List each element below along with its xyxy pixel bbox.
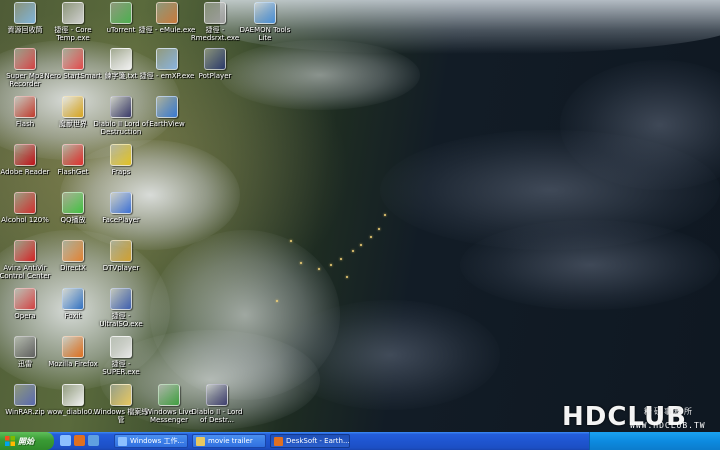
windows-logo-icon bbox=[5, 436, 15, 446]
ultraiso-icon bbox=[110, 288, 132, 310]
shortcut-icon bbox=[156, 48, 178, 70]
utorrent-icon bbox=[110, 2, 132, 24]
taskbar-item-windows-task[interactable]: Windows 工作... bbox=[114, 434, 188, 448]
nero-icon bbox=[62, 48, 84, 70]
text-file-icon bbox=[110, 48, 132, 70]
adobe-reader-icon bbox=[14, 144, 36, 166]
mp3-recorder-icon bbox=[14, 48, 36, 70]
firefox-icon[interactable] bbox=[74, 435, 85, 446]
desktop-icon-label: DAEMON Tools Lite bbox=[239, 26, 291, 42]
media-player-icon[interactable] bbox=[88, 435, 99, 446]
city-light bbox=[346, 276, 348, 278]
emule-icon bbox=[156, 2, 178, 24]
city-light bbox=[300, 262, 302, 264]
city-light bbox=[318, 268, 320, 270]
daemon-tools-icon bbox=[254, 2, 276, 24]
potplayer-icon bbox=[204, 48, 226, 70]
desktop-icon-potplayer[interactable]: PotPlayer bbox=[186, 48, 244, 80]
foxit-icon bbox=[62, 288, 84, 310]
cloud bbox=[220, 40, 420, 110]
desktop-icon-label: PotPlayer bbox=[198, 72, 232, 80]
wow-icon bbox=[62, 96, 84, 118]
alcohol-icon bbox=[14, 192, 36, 214]
desktop-icon-fraps[interactable]: Fraps bbox=[92, 144, 150, 176]
desktop-icon-label: EarthView bbox=[149, 120, 185, 128]
taskbar-item-label: Windows 工作... bbox=[130, 437, 185, 445]
city-light bbox=[384, 214, 386, 216]
recycle-bin-icon bbox=[14, 2, 36, 24]
system-tray bbox=[589, 432, 720, 450]
desktop-icon-daemon-tools[interactable]: DAEMON Tools Lite bbox=[236, 2, 294, 42]
night-cloud bbox=[460, 220, 720, 310]
desktop-icon-label: Fraps bbox=[111, 168, 131, 176]
diablo-icon bbox=[110, 96, 132, 118]
firefox-icon bbox=[62, 336, 84, 358]
desktop-icon-ultraiso[interactable]: 捷徑 - UltraISO.exe bbox=[92, 288, 150, 328]
diablo-icon bbox=[206, 384, 228, 406]
desktop-icon-dtvplayer[interactable]: DTVplayer bbox=[92, 240, 150, 272]
qq-icon bbox=[62, 192, 84, 214]
city-light bbox=[276, 300, 278, 302]
city-light bbox=[290, 240, 292, 242]
desktop-icon-label: 捷徑 - SUPER.exe bbox=[102, 360, 140, 376]
start-label: 開始 bbox=[18, 436, 34, 446]
messenger-icon bbox=[158, 384, 180, 406]
taskbar: 開始 Windows 工作... movie trailer DeskSoft … bbox=[0, 432, 720, 450]
city-light bbox=[360, 244, 362, 246]
show-desktop-icon[interactable] bbox=[60, 435, 71, 446]
dtvplayer-icon bbox=[110, 240, 132, 262]
shortcut-icon bbox=[62, 2, 84, 24]
opera-icon bbox=[14, 288, 36, 310]
city-light bbox=[352, 250, 354, 252]
window-icon bbox=[118, 436, 127, 446]
winrar-icon bbox=[14, 384, 36, 406]
earth-icon bbox=[156, 96, 178, 118]
thunder-icon bbox=[14, 336, 36, 358]
taskbar-item-desksoft-earth[interactable]: DeskSoft - Earth... bbox=[270, 434, 350, 448]
start-button[interactable]: 開始 bbox=[0, 432, 54, 450]
earth-icon bbox=[274, 436, 283, 446]
desktop-icon-label: FacePlayer bbox=[102, 216, 140, 224]
fraps-icon bbox=[110, 144, 132, 166]
explorer-icon bbox=[110, 384, 132, 406]
flash-icon bbox=[14, 96, 36, 118]
desktop-icon-diablo-ii[interactable]: Diablo II - Lord of Destr... bbox=[188, 384, 246, 424]
city-light bbox=[370, 236, 372, 238]
city-light bbox=[378, 228, 380, 230]
flashget-icon bbox=[62, 144, 84, 166]
desktop-icon-label: 捷徑 - UltraISO.exe bbox=[99, 312, 143, 328]
shortcut-icon bbox=[204, 2, 226, 24]
super-icon bbox=[110, 336, 132, 358]
desktop-icon-earthview[interactable]: EarthView bbox=[138, 96, 196, 128]
night-cloud bbox=[280, 300, 500, 410]
taskbar-item-label: movie trailer bbox=[208, 437, 253, 445]
folder-icon bbox=[196, 436, 205, 446]
desktop-icon-super[interactable]: 捷徑 - SUPER.exe bbox=[92, 336, 150, 376]
taskbar-item-label: DeskSoft - Earth... bbox=[286, 437, 350, 445]
directx-icon bbox=[62, 240, 84, 262]
city-light bbox=[330, 264, 332, 266]
document-icon bbox=[62, 384, 84, 406]
desktop-icon-faceplayer[interactable]: FacePlayer bbox=[92, 192, 150, 224]
avira-icon bbox=[14, 240, 36, 262]
city-light bbox=[340, 258, 342, 260]
desktop-icon-label: DTVplayer bbox=[102, 264, 140, 272]
taskbar-item-movie-trailer[interactable]: movie trailer bbox=[192, 434, 266, 448]
desktop-icon-label: Diablo II - Lord of Destr... bbox=[191, 408, 243, 424]
faceplayer-icon bbox=[110, 192, 132, 214]
